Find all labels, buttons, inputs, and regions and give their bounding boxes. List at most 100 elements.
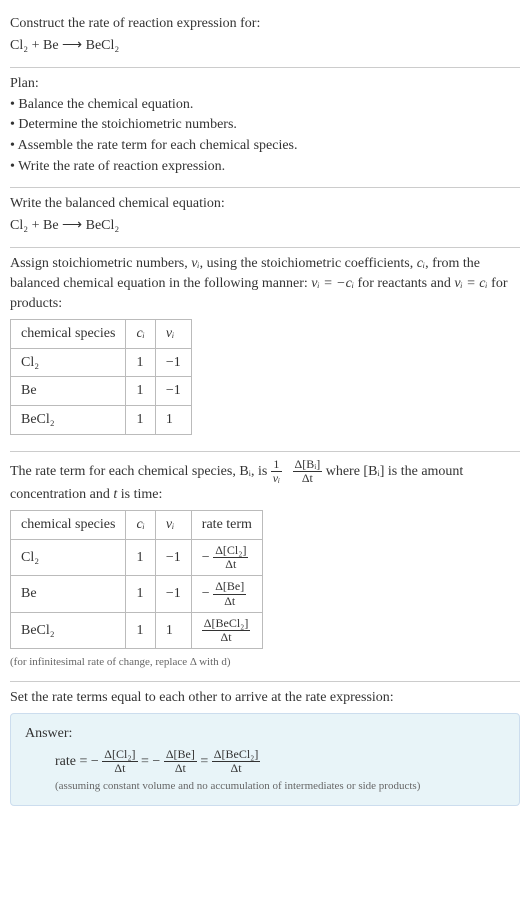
cell-rateterm: Δ[BeCl₂] Δt [191,612,262,648]
cell-ci: 1 [126,405,155,434]
cell-species: BeCl₂ [11,405,126,434]
col-species: chemical species [11,320,126,349]
col-nui: νᵢ [155,320,191,349]
cell-species: Be [11,377,126,406]
rateterm-intro: The rate term for each chemical species,… [10,458,520,505]
denominator: Δt [212,762,261,775]
plan-section: Plan: • Balance the chemical equation. •… [10,68,520,187]
col-species: chemical species [11,511,126,540]
final-title: Set the rate terms equal to each other t… [10,688,520,708]
plan-item: • Assemble the rate term for each chemic… [10,136,520,156]
numerator: Δ[BeCl₂] [202,617,251,631]
rel-prod: νᵢ = cᵢ [454,276,487,291]
denominator: Δt [102,762,137,775]
fraction: Δ[BeCl₂] Δt [202,617,251,644]
cell-nui: −1 [155,377,191,406]
numerator: Δ[Bᵢ] [293,458,323,472]
table-row: Cl₂ 1 −1 − Δ[Cl₂] Δt [11,540,263,576]
numerator: Δ[Be] [213,580,246,594]
denominator: νᵢ [271,472,282,485]
numerator: Δ[Cl₂] [102,748,137,762]
col-ci: cᵢ [126,511,155,540]
rate-label: rate = [55,754,91,769]
sign: − [91,754,99,769]
fraction: 1 νᵢ [271,458,282,485]
col-nui: νᵢ [155,511,191,540]
balanced-equation: Cl₂ + Be ⟶ BeCl₂ [10,216,520,236]
fraction: Δ[Cl₂] Δt [102,748,137,775]
numerator: Δ[Be] [164,748,197,762]
header-equation: Cl₂ + Be ⟶ BeCl₂ [10,36,520,56]
equals: = [200,754,211,769]
text: , using the stoichiometric coefficients, [200,256,417,271]
c-i: cᵢ [417,256,425,271]
table-row: Be 1 −1 [11,377,192,406]
cell-ci: 1 [126,377,155,406]
header-section: Construct the rate of reaction expressio… [10,8,520,67]
fraction: Δ[Be] Δt [213,580,246,607]
numerator: Δ[BeCl₂] [212,748,261,762]
rateterm-table: chemical species cᵢ νᵢ rate term Cl₂ 1 −… [10,510,263,649]
sign: − [202,550,210,565]
prompt-text: Construct the rate of reaction expressio… [10,14,520,34]
sign: − [152,754,160,769]
table-row: BeCl₂ 1 1 [11,405,192,434]
text: is time: [117,487,162,502]
denominator: Δt [293,472,323,485]
cell-nui: 1 [155,405,191,434]
cell-ci: 1 [126,576,155,612]
rateterm-section: The rate term for each chemical species,… [10,452,520,681]
stoich-table: chemical species cᵢ νᵢ Cl₂ 1 −1 Be 1 −1 … [10,319,192,434]
answer-label: Answer: [25,724,505,744]
balanced-title: Write the balanced chemical equation: [10,194,520,214]
col-rateterm: rate term [191,511,262,540]
table-row: BeCl₂ 1 1 Δ[BeCl₂] Δt [11,612,263,648]
text: for reactants and [354,276,454,291]
plan-item: • Determine the stoichiometric numbers. [10,115,520,135]
balanced-section: Write the balanced chemical equation: Cl… [10,188,520,247]
cell-rateterm: − Δ[Cl₂] Δt [191,540,262,576]
stoich-intro: Assign stoichiometric numbers, νᵢ, using… [10,254,520,313]
denominator: Δt [164,762,197,775]
cell-nui: −1 [155,576,191,612]
table-header-row: chemical species cᵢ νᵢ [11,320,192,349]
text: Assign stoichiometric numbers, [10,256,191,271]
cell-ci: 1 [126,540,155,576]
cell-ci: 1 [126,612,155,648]
table-header-row: chemical species cᵢ νᵢ rate term [11,511,263,540]
rateterm-note: (for infinitesimal rate of change, repla… [10,655,520,670]
rate-expression: rate = − Δ[Cl₂] Δt = − Δ[Be] Δt = Δ[BeCl… [55,748,505,775]
equals: = [141,754,152,769]
table-row: Be 1 −1 − Δ[Be] Δt [11,576,263,612]
answer-box: Answer: rate = − Δ[Cl₂] Δt = − Δ[Be] Δt … [10,713,520,805]
cell-nui: 1 [155,612,191,648]
final-section: Set the rate terms equal to each other t… [10,682,520,816]
numerator: Δ[Cl₂] [213,544,248,558]
plan-title: Plan: [10,74,520,94]
fraction: Δ[BeCl₂] Δt [212,748,261,775]
cell-species: Cl₂ [11,348,126,377]
denominator: Δt [213,595,246,608]
numerator: 1 [271,458,282,472]
cell-ci: 1 [126,348,155,377]
cell-nui: −1 [155,540,191,576]
cell-species: BeCl₂ [11,612,126,648]
cell-species: Cl₂ [11,540,126,576]
plan-item: • Balance the chemical equation. [10,95,520,115]
fraction: Δ[Bᵢ] Δt [293,458,323,485]
denominator: Δt [213,558,248,571]
nu-i: νᵢ [191,256,199,271]
fraction: Δ[Cl₂] Δt [213,544,248,571]
cell-nui: −1 [155,348,191,377]
stoich-section: Assign stoichiometric numbers, νᵢ, using… [10,248,520,450]
denominator: Δt [202,631,251,644]
rel-react: νᵢ = −cᵢ [311,276,354,291]
plan-item: • Write the rate of reaction expression. [10,157,520,177]
text: The rate term for each chemical species,… [10,463,271,478]
answer-note: (assuming constant volume and no accumul… [55,779,505,794]
table-row: Cl₂ 1 −1 [11,348,192,377]
fraction: Δ[Be] Δt [164,748,197,775]
sign: − [202,586,210,601]
col-ci: cᵢ [126,320,155,349]
cell-species: Be [11,576,126,612]
